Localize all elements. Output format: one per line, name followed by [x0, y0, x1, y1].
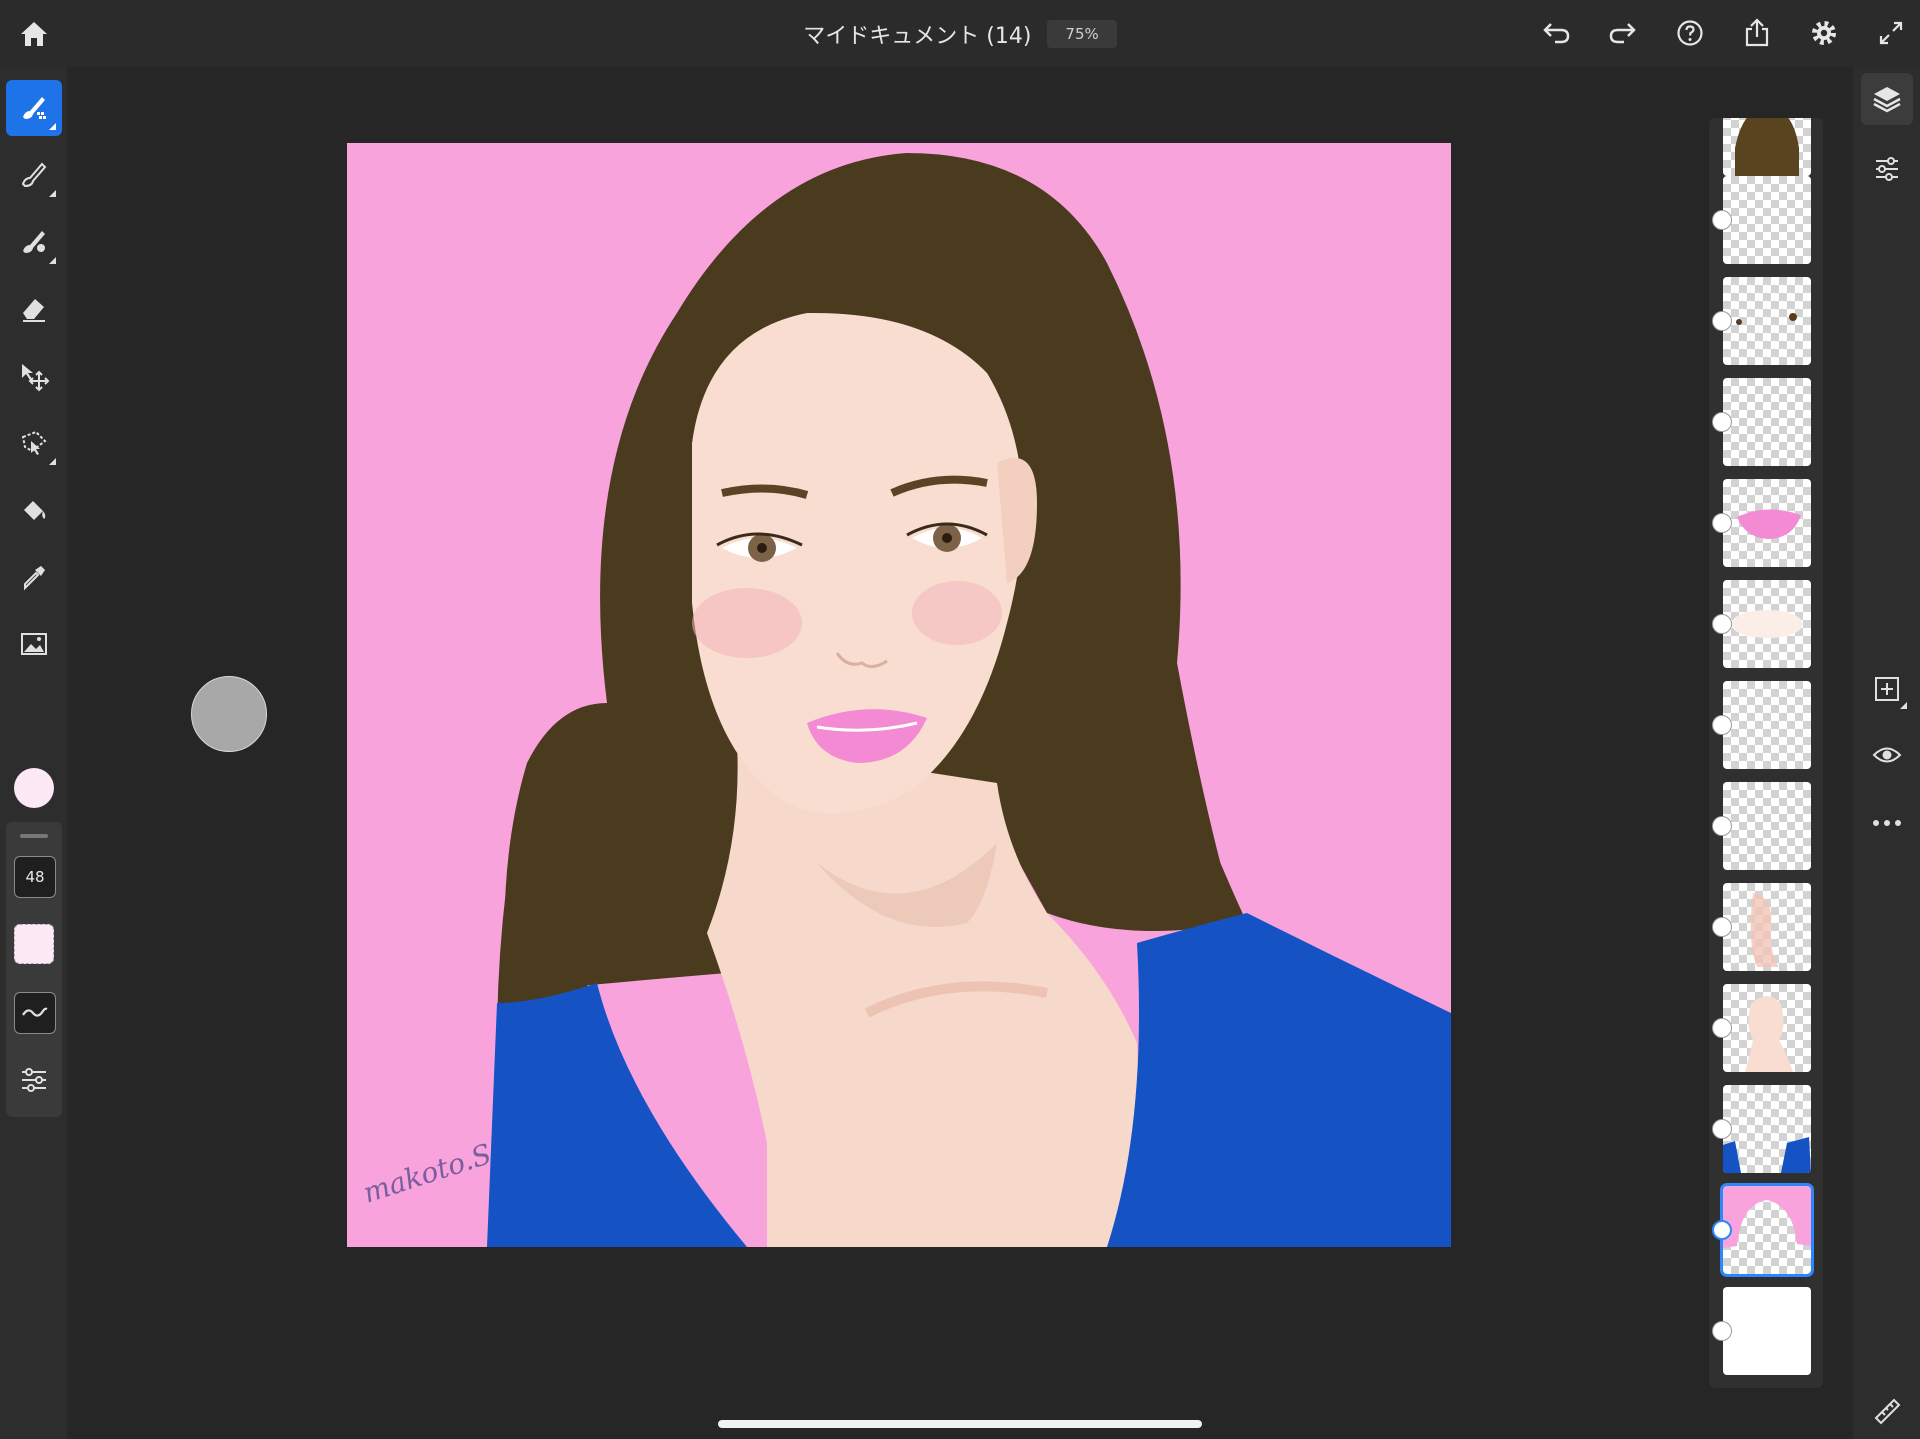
brush-settings-panel: 48 [6, 822, 62, 1117]
brush-settings-button[interactable] [14, 1060, 54, 1100]
add-layer-icon [1875, 677, 1899, 701]
paint-brush-tool[interactable] [6, 80, 62, 136]
layer-thumbnail-empty[interactable] [1723, 176, 1811, 264]
ruler-button[interactable] [1861, 1385, 1913, 1437]
right-toolbar [1853, 67, 1920, 1439]
lips-thumbnail-art [1737, 509, 1801, 539]
layer-properties-button[interactable] [1861, 143, 1913, 195]
eyes-thumbnail-art [1736, 313, 1797, 325]
share-button[interactable] [1736, 12, 1778, 54]
layer-thumbnail-shading[interactable] [1723, 883, 1811, 971]
selection-icon [21, 430, 47, 455]
help-icon [1677, 20, 1703, 46]
eraser-tool[interactable] [6, 281, 62, 337]
settings-button[interactable] [1803, 12, 1845, 54]
place-image-icon [21, 633, 47, 655]
panel-handle[interactable] [20, 834, 48, 838]
dress-thumbnail-art [1723, 1137, 1811, 1173]
layer-handle[interactable] [1712, 715, 1732, 735]
undo-icon [1543, 23, 1570, 44]
top-toolbar: マイドキュメント (14) 75% [0, 0, 1920, 67]
layer-thumbnail-blush-1[interactable] [1723, 681, 1811, 769]
layers-icon [1873, 87, 1901, 113]
help-button[interactable] [1669, 12, 1711, 54]
layer-thumbnail-background[interactable] [1720, 1183, 1814, 1277]
layer-thumbnail-hair[interactable] [1723, 118, 1811, 176]
fill-icon [24, 501, 46, 520]
fullscreen-button[interactable] [1870, 12, 1912, 54]
ruler-icon [1874, 1398, 1901, 1425]
layer-thumbnail-highlight[interactable] [1723, 580, 1811, 668]
layer-handle-selected[interactable] [1712, 1220, 1732, 1240]
layer-thumbnail-blush-2[interactable] [1723, 782, 1811, 870]
layers-button[interactable] [1861, 73, 1913, 125]
artwork-canvas[interactable]: makoto.S [347, 143, 1451, 1247]
more-icon [1873, 820, 1901, 826]
redo-button[interactable] [1602, 12, 1644, 54]
layer-thumbnail-skin-detail[interactable] [1723, 378, 1811, 466]
selection-tool[interactable] [6, 415, 62, 471]
settings-icon [1812, 21, 1836, 45]
layer-handle[interactable] [1712, 412, 1732, 432]
face-thumbnail-art [1745, 996, 1793, 1072]
layer-properties-icon [1876, 157, 1898, 181]
undo-button[interactable] [1535, 12, 1577, 54]
home-icon [21, 22, 47, 46]
live-brush-icon [23, 231, 45, 253]
brush-size-control[interactable]: 48 [14, 856, 56, 898]
left-toolbar: 48 [0, 67, 67, 1439]
move-transform-icon [22, 364, 50, 392]
highlight-thumbnail-art [1731, 610, 1803, 638]
eyedropper-tool[interactable] [6, 549, 62, 605]
layers-panel [1709, 118, 1823, 1388]
brush-preview-indicator[interactable] [191, 676, 267, 752]
background-thumbnail-art [1723, 1186, 1811, 1248]
paint-brush-icon [23, 97, 46, 119]
layer-thumbnail-paper[interactable] [1723, 1287, 1811, 1375]
document-title[interactable]: マイドキュメント (14) [803, 18, 1031, 50]
pixel-brush-icon [21, 162, 47, 188]
layer-handle[interactable] [1712, 513, 1732, 533]
portrait-artwork: makoto.S [347, 143, 1451, 1247]
layer-handle[interactable] [1712, 917, 1732, 937]
layer-thumbnail-lips[interactable] [1723, 479, 1811, 567]
eraser-icon [23, 299, 45, 322]
home-button[interactable] [14, 14, 54, 54]
layer-handle[interactable] [1712, 210, 1732, 230]
hair-thumbnail-art [1735, 118, 1799, 176]
zoom-level-badge[interactable]: 75% [1047, 19, 1117, 48]
add-layer-button[interactable] [1861, 663, 1913, 715]
brush-settings-icon [22, 1068, 46, 1092]
fullscreen-icon [1879, 21, 1903, 45]
fill-tool[interactable] [6, 482, 62, 538]
layer-thumbnail-dress[interactable] [1723, 1085, 1811, 1173]
visibility-icon [1872, 747, 1902, 763]
share-icon [1745, 18, 1769, 47]
live-brush-tool[interactable] [6, 214, 62, 270]
eyedropper-icon [24, 566, 45, 591]
smoothing-icon [22, 1007, 48, 1017]
redo-icon [1609, 23, 1636, 44]
color-swatch[interactable] [14, 768, 54, 808]
brush-opacity-control[interactable] [14, 924, 54, 964]
layer-thumbnail-eyes[interactable] [1723, 277, 1811, 365]
layer-handle[interactable] [1712, 311, 1732, 331]
shading-thumbnail-art [1750, 893, 1779, 967]
pixel-brush-tool[interactable] [6, 147, 62, 203]
layer-handle[interactable] [1712, 1119, 1732, 1139]
layer-handle[interactable] [1712, 816, 1732, 836]
move-transform-tool[interactable] [6, 348, 62, 404]
layer-handle[interactable] [1712, 1321, 1732, 1341]
place-image-tool[interactable] [6, 616, 62, 672]
visibility-button[interactable] [1861, 729, 1913, 781]
home-indicator[interactable] [718, 1420, 1202, 1428]
layer-handle[interactable] [1712, 614, 1732, 634]
layer-handle[interactable] [1712, 1018, 1732, 1038]
more-options-button[interactable] [1861, 797, 1913, 849]
brush-smoothing-control[interactable] [14, 992, 56, 1034]
layer-thumbnail-face[interactable] [1723, 984, 1811, 1072]
